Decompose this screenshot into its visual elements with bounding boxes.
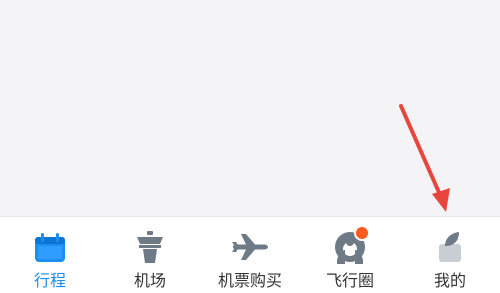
tab-mine[interactable]: 我的 — [400, 217, 500, 293]
control-tower-icon — [130, 227, 170, 267]
tab-itinerary[interactable]: 行程 — [0, 217, 100, 293]
main-content-area — [0, 0, 500, 216]
friends-circle-icon — [330, 225, 370, 267]
tab-label: 机票购买 — [217, 271, 282, 290]
tab-label: 我的 — [433, 271, 466, 290]
notification-badge — [354, 225, 370, 241]
tab-label: 飞行圈 — [325, 271, 374, 290]
profile-icon — [430, 227, 470, 267]
tab-buy-tickets[interactable]: 机票购买 — [200, 217, 300, 293]
tab-label: 行程 — [33, 271, 66, 290]
airplane-icon — [230, 227, 270, 267]
calendar-icon — [30, 227, 70, 267]
tab-airport[interactable]: 机场 — [100, 217, 200, 293]
bottom-tab-bar: 行程 机场 机票购买 飞行圈 我的 — [0, 216, 500, 293]
tab-label: 机场 — [133, 271, 166, 290]
tab-flight-circle[interactable]: 飞行圈 — [300, 217, 400, 293]
